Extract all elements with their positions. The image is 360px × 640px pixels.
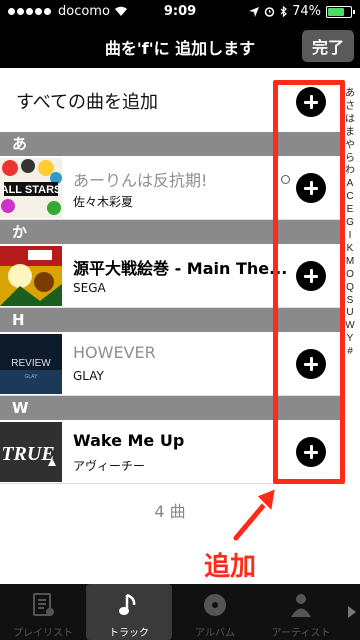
- index-letter[interactable]: S: [347, 295, 354, 308]
- tab-bar: プレイリスト トラック アルバム アーティスト: [0, 584, 360, 640]
- alarm-icon: [264, 7, 275, 17]
- index-letter[interactable]: や: [345, 140, 355, 153]
- track-title: Wake Me Up: [73, 431, 185, 450]
- track-title: 源平大戦絵巻 - Main The...: [73, 259, 288, 278]
- track-title: HOWEVER: [73, 343, 156, 362]
- location-icon: [249, 6, 260, 17]
- index-letter[interactable]: Q: [346, 282, 354, 295]
- tab-label: トラック: [109, 628, 149, 639]
- index-letter[interactable]: U: [346, 307, 353, 320]
- index-letter[interactable]: M: [346, 256, 354, 269]
- add-all-label: すべての曲を追加: [16, 92, 159, 113]
- track-title: あーりんは反抗期!: [73, 171, 208, 190]
- artist-icon: [291, 594, 311, 617]
- index-letter[interactable]: さ: [345, 101, 355, 114]
- battery-percent: 74%: [292, 4, 321, 19]
- index-letter[interactable]: ま: [345, 127, 355, 140]
- index-letter[interactable]: E: [347, 204, 354, 217]
- tab-artist[interactable]: アーティスト: [258, 584, 344, 640]
- music-note-icon: [119, 593, 136, 615]
- track-artist: アヴィーチー: [73, 459, 146, 473]
- tab-label: プレイリスト: [13, 628, 73, 639]
- index-letter[interactable]: O: [346, 269, 354, 282]
- navigation-bar: 曲を'f'に 追加します 完了: [0, 24, 360, 68]
- index-letter[interactable]: C: [346, 191, 353, 204]
- album-art: ALL STARS: [0, 158, 62, 218]
- annotation-arrow: [231, 486, 278, 542]
- index-letter[interactable]: W: [345, 320, 354, 333]
- list-footer: [0, 536, 340, 584]
- album-icon: [204, 594, 226, 616]
- bluetooth-icon: [280, 6, 287, 17]
- track-artist: 佐々木彩夏: [73, 195, 134, 209]
- highlight-box: [273, 80, 345, 484]
- index-letter[interactable]: わ: [345, 165, 355, 178]
- more-tabs-arrow[interactable]: [344, 584, 360, 640]
- playlist-icon: [33, 593, 54, 616]
- tab-track[interactable]: トラック: [86, 584, 172, 640]
- done-button[interactable]: 完了: [302, 30, 354, 62]
- track-artist: GLAY: [73, 369, 104, 383]
- tab-playlist[interactable]: プレイリスト: [0, 584, 86, 640]
- album-art: TRUE: [0, 422, 62, 482]
- index-letter[interactable]: A: [347, 178, 354, 191]
- tab-label: アルバム: [195, 628, 235, 639]
- album-art: [0, 246, 62, 306]
- annotation-label: 追加: [203, 552, 256, 582]
- tab-label: アーティスト: [271, 628, 331, 639]
- index-letter[interactable]: は: [345, 114, 355, 127]
- index-letter[interactable]: #: [347, 346, 353, 359]
- index-letter[interactable]: あ: [345, 88, 355, 101]
- svg-text:ALL STARS: ALL STARS: [1, 184, 62, 196]
- index-letter[interactable]: G: [346, 217, 354, 230]
- tab-album[interactable]: アルバム: [172, 584, 258, 640]
- album-art: REVIEW GLAY: [0, 334, 62, 394]
- index-letter[interactable]: K: [347, 243, 354, 256]
- battery-icon: [326, 5, 355, 18]
- svg-text:REVIEW: REVIEW: [11, 358, 51, 369]
- svg-text:GLAY: GLAY: [25, 374, 39, 380]
- index-letter[interactable]: Y: [347, 333, 354, 346]
- index-letter[interactable]: I: [349, 230, 352, 243]
- track-artist: SEGA: [73, 281, 106, 295]
- status-bar: docomo 9:09 74%: [0, 0, 360, 24]
- svg-text:TRUE: TRUE: [1, 443, 54, 465]
- index-letter[interactable]: ら: [345, 153, 355, 166]
